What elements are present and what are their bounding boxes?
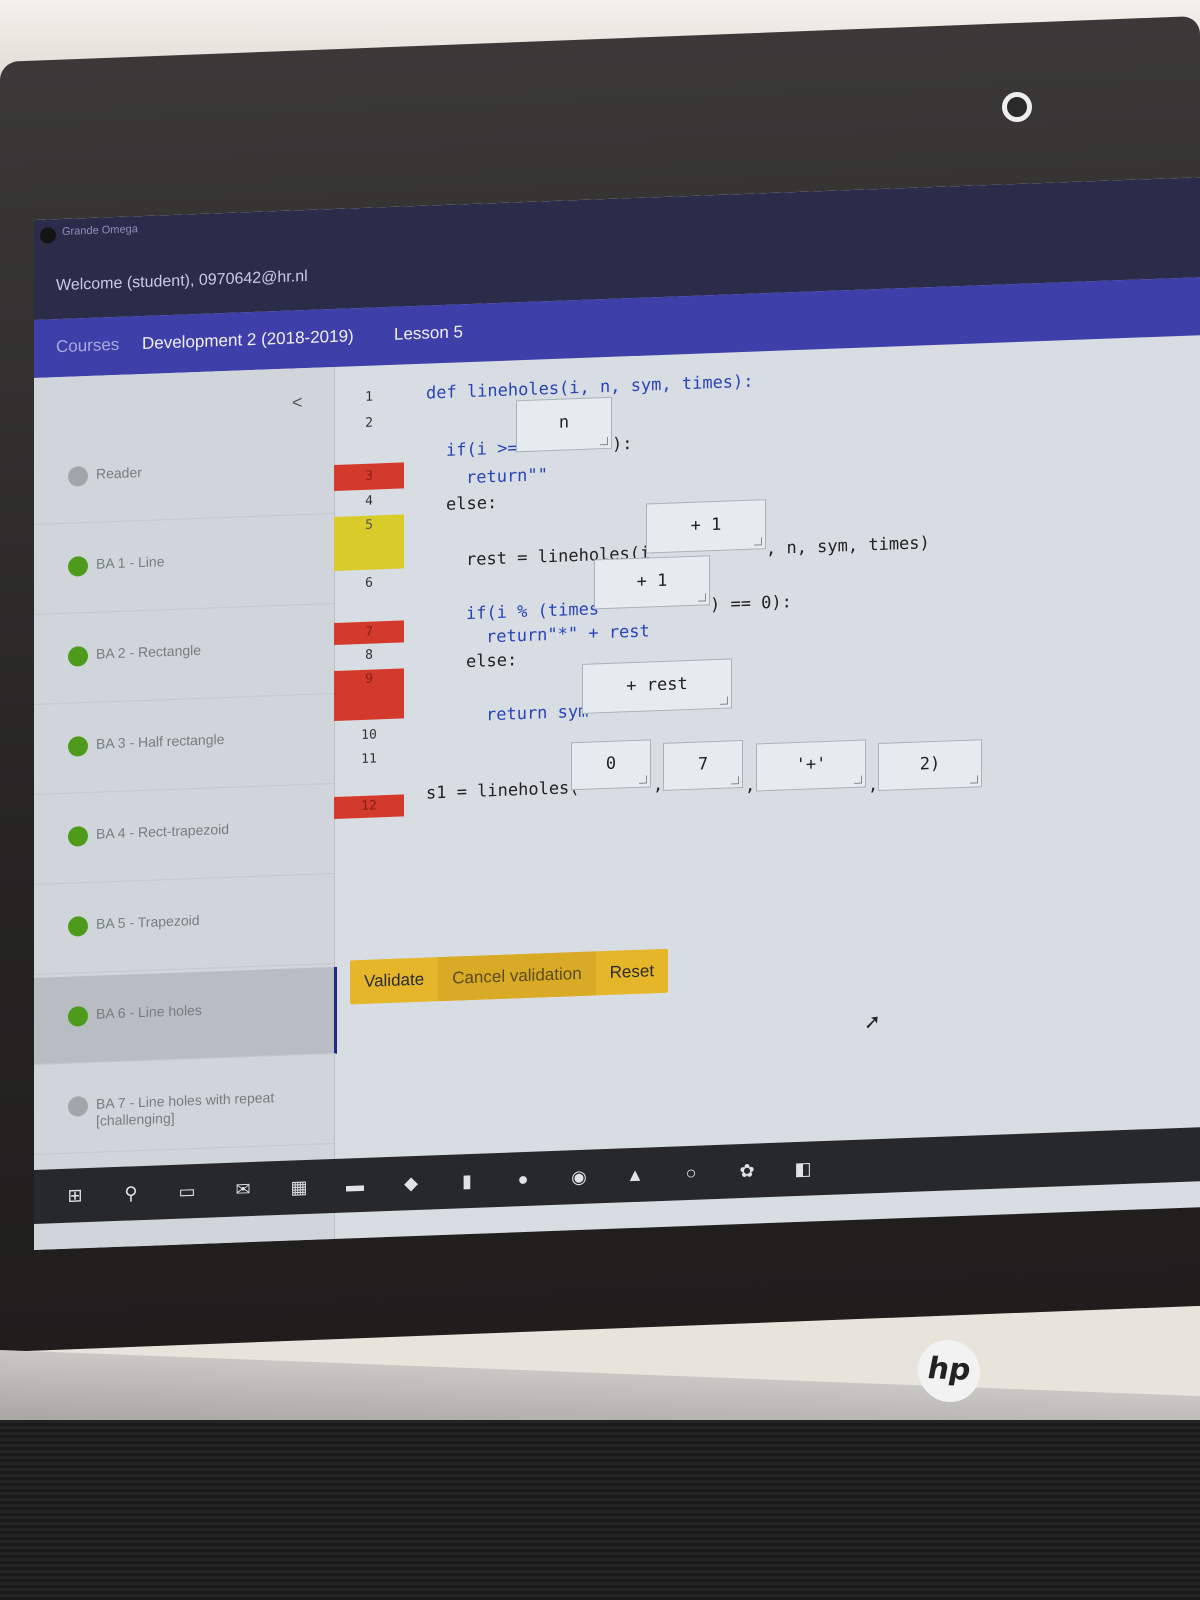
status-dot-icon bbox=[68, 736, 88, 757]
status-dot-icon bbox=[68, 1096, 88, 1117]
vscode-icon[interactable]: ◧ bbox=[792, 1157, 814, 1180]
code-editor: def lineholes(i, n, sym, times): if(i >=… bbox=[426, 336, 1186, 864]
arg-separator: , bbox=[868, 775, 879, 796]
sidebar-item-ba6[interactable]: BA 6 - Line holes bbox=[34, 966, 337, 1065]
windows-start-icon[interactable]: ⊞ bbox=[64, 1184, 86, 1207]
sidebar-item-label: BA 5 - Trapezoid bbox=[96, 911, 200, 932]
code-line-2-end: ): bbox=[612, 434, 633, 455]
status-dot-icon bbox=[68, 826, 88, 847]
line-number: 4 bbox=[365, 493, 373, 509]
code-line-6-end: ) == 0): bbox=[710, 592, 792, 616]
breadcrumb-course[interactable]: Development 2 (2018-2019) bbox=[142, 326, 354, 354]
line-number-warning: 5 bbox=[334, 514, 404, 571]
code-line-5-end: , n, sym, times) bbox=[766, 533, 930, 560]
sidebar-item-ba1[interactable]: BA 1 - Line bbox=[34, 516, 334, 615]
laptop-base bbox=[0, 1420, 1200, 1600]
line-number: 8 bbox=[365, 647, 373, 663]
line-number: 6 bbox=[365, 575, 373, 591]
answer-field-arg-times[interactable]: 2) bbox=[878, 739, 982, 792]
app-name: Grande Omega bbox=[62, 223, 138, 238]
answer-field-arg-n[interactable]: 7 bbox=[663, 740, 743, 791]
sidebar-item-label: BA 2 - Rectangle bbox=[96, 641, 202, 662]
status-dot-icon bbox=[68, 466, 88, 487]
sidebar-item-label: BA 4 - Rect-trapezoid bbox=[96, 820, 230, 842]
webcam bbox=[1002, 92, 1032, 122]
app-icon[interactable]: ● bbox=[512, 1168, 534, 1191]
line-number: 11 bbox=[361, 751, 377, 768]
answer-field-rest-arg[interactable]: + 1 bbox=[646, 499, 766, 554]
arg-separator: , bbox=[745, 775, 756, 796]
search-icon[interactable]: ⚲ bbox=[120, 1182, 142, 1205]
scratch-icon[interactable]: ✿ bbox=[736, 1159, 758, 1182]
status-dot-icon bbox=[68, 646, 88, 667]
code-line-6-start: if(i % (times bbox=[466, 599, 600, 625]
reset-button[interactable]: Reset bbox=[596, 949, 668, 996]
welcome-text: Welcome (student), 0970642@hr.nl bbox=[56, 267, 308, 295]
sidebar-item-ba7[interactable]: BA 7 - Line holes with repeat [challengi… bbox=[34, 1056, 334, 1155]
file-explorer-icon[interactable]: ▬ bbox=[344, 1174, 366, 1197]
collapse-sidebar-icon[interactable]: < bbox=[292, 392, 303, 413]
calendar-icon[interactable]: ▦ bbox=[288, 1176, 310, 1199]
answer-field-arg-i[interactable]: 0 bbox=[571, 739, 651, 791]
code-line-3: return"" bbox=[466, 465, 548, 489]
action-buttons: Validate Cancel validation Reset bbox=[350, 948, 669, 1005]
photos-icon[interactable]: ▲ bbox=[624, 1164, 646, 1187]
mail-icon[interactable]: ✉ bbox=[232, 1178, 254, 1201]
arg-separator: , bbox=[653, 774, 664, 796]
code-line-11: s1 = lineholes( bbox=[426, 777, 580, 804]
sidebar-item-ba2[interactable]: BA 2 - Rectangle bbox=[34, 606, 334, 705]
sidebar-item-ba3[interactable]: BA 3 - Half rectangle bbox=[34, 696, 334, 795]
status-dot-icon bbox=[68, 556, 88, 577]
cancel-validation-button[interactable]: Cancel validation bbox=[438, 951, 596, 1002]
sidebar-item-ba4[interactable]: BA 4 - Rect-trapezoid bbox=[34, 786, 334, 885]
mouse-cursor-icon: ➚ bbox=[864, 1010, 881, 1034]
sidebar-item-label: BA 6 - Line holes bbox=[96, 1001, 202, 1022]
code-line-2-start: if(i >= bbox=[446, 438, 518, 461]
sidebar: < Reader BA 1 - Line BA 2 - Rectangle BA… bbox=[34, 366, 337, 1250]
line-number-error: 9 bbox=[334, 668, 404, 721]
breadcrumb-courses[interactable]: Courses bbox=[56, 335, 119, 357]
answer-field-return[interactable]: + rest bbox=[582, 658, 732, 714]
line-number: 2 bbox=[365, 415, 373, 431]
code-line-9: return sym bbox=[486, 701, 589, 726]
status-dot-icon bbox=[68, 916, 88, 937]
line-number: 1 bbox=[365, 389, 373, 405]
terminal-icon[interactable]: ○ bbox=[680, 1162, 702, 1185]
screen: Grande Omega Welcome (student), 0970642@… bbox=[34, 177, 1200, 1250]
editor-icon[interactable]: ▮ bbox=[456, 1170, 478, 1193]
sidebar-item-label: BA 3 - Half rectangle bbox=[96, 731, 225, 752]
task-view-icon[interactable]: ▭ bbox=[176, 1180, 198, 1203]
breadcrumb-lesson[interactable]: Lesson 5 bbox=[394, 322, 463, 345]
code-line-7: return"*" + rest bbox=[486, 621, 650, 648]
status-dot-icon bbox=[68, 1006, 88, 1027]
python-icon[interactable]: ◆ bbox=[400, 1172, 422, 1195]
sidebar-item-label: Reader bbox=[96, 464, 142, 482]
answer-field-times-offset[interactable]: + 1 bbox=[594, 555, 710, 610]
sidebar-item-label: BA 7 - Line holes with repeat [challengi… bbox=[96, 1089, 275, 1129]
code-line-8: else: bbox=[466, 650, 518, 673]
answer-field-condition[interactable]: n bbox=[516, 396, 612, 453]
answer-field-arg-sym[interactable]: '+' bbox=[756, 739, 866, 792]
line-number-error: 3 bbox=[334, 462, 404, 491]
chrome-icon[interactable]: ◉ bbox=[568, 1166, 590, 1189]
app-logo-icon bbox=[40, 227, 56, 244]
sidebar-item-reader[interactable]: Reader bbox=[34, 426, 334, 525]
sidebar-item-ba5[interactable]: BA 5 - Trapezoid bbox=[34, 876, 334, 975]
sidebar-item-label: BA 1 - Line bbox=[96, 553, 165, 572]
line-number: 10 bbox=[361, 727, 377, 744]
validate-button[interactable]: Validate bbox=[350, 957, 438, 1004]
line-number-error: 7 bbox=[334, 620, 404, 645]
line-number-gutter: 1 2 3 4 5 6 7 8 9 10 11 12 bbox=[334, 364, 404, 867]
line-number-error: 12 bbox=[334, 794, 404, 819]
code-line-4: else: bbox=[446, 493, 498, 515]
